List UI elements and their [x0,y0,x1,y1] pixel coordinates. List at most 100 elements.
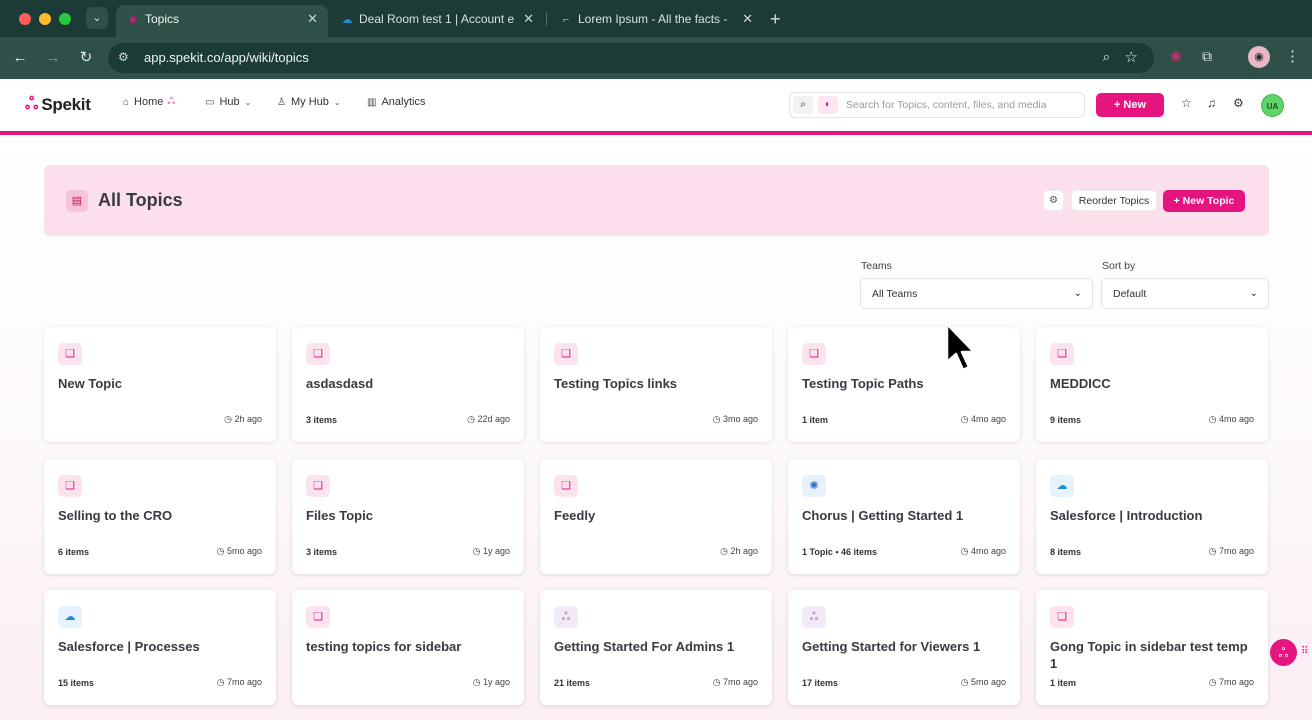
topic-card[interactable]: ☁ Salesforce | Processes 15 items ◷ 7mo … [44,590,276,705]
favorites-star-icon[interactable]: ☆ [1181,96,1192,110]
ai-search-icon[interactable]: ◐ [818,96,838,114]
topic-card[interactable]: ஃ Getting Started for Viewers 1 17 items… [788,590,1020,705]
nav-hub[interactable]: ▭ Hub ⌄ [205,96,251,108]
topic-updated-time-text: 7mo ago [226,677,262,687]
home-icon: ⌂ [123,96,130,108]
forward-arrow-icon[interactable]: → [42,47,64,69]
search-icon[interactable]: ⌕ [793,96,813,114]
browser-tab-lorem-ipsum[interactable]: ⌐ Lorem Ipsum - All the facts - ✕ [549,5,763,33]
topic-title: Testing Topics links [554,376,678,391]
topic-card[interactable]: ❏ MEDDICC 9 items ◷ 4mo ago [1036,327,1268,442]
topic-updated-time: ◷ 7mo ago [1208,546,1254,556]
global-search[interactable]: ⌕ ◐ [789,92,1085,118]
topic-card[interactable]: ☁ Salesforce | Introduction 8 items ◷ 7m… [1036,459,1268,574]
spekit-octopus-icon: ஃ [554,606,578,628]
browser-profile-avatar[interactable]: ◉ [1248,46,1270,68]
topic-updated-time: ◷ 22d ago [467,414,510,424]
sort-by-select-value: Default [1113,288,1147,300]
topic-updated-time-text: 1y ago [482,546,510,556]
close-tab-icon[interactable]: ✕ [742,5,753,33]
nav-analytics-label: Analytics [381,96,426,108]
topic-item-count: 3 items [306,415,338,425]
app-header: ஃ Spekit ⌂ Home ஃ ▭ Hub ⌄ ♙ My Hub ⌄ ▥ A… [0,79,1312,131]
browser-tab-topics[interactable]: ❀ Topics ✕ [116,5,328,37]
topic-title: testing topics for sidebar [306,639,462,654]
topic-settings-gear-icon[interactable]: ⚙ [1043,190,1064,211]
bookmark-icon: ❏ [58,475,82,497]
topic-title: Chorus | Getting Started 1 [802,508,964,523]
page-title: All Topics [98,190,183,210]
teams-select[interactable]: All Teams ⌄ [860,278,1093,309]
topic-card[interactable]: ❏ asdasdasd 3 items ◷ 22d ago [292,327,524,442]
topic-card[interactable]: ❏ Gong Topic in sidebar test temp 1 1 it… [1036,590,1268,705]
notifications-bell-icon[interactable]: ♫ [1207,96,1216,110]
nav-home-label: Home [134,96,164,108]
address-bar[interactable]: ⚙ app.spekit.co/app/wiki/topics ⌕ ☆ [108,43,1154,73]
window-minimize-button[interactable] [39,13,51,25]
new-tab-plus-icon[interactable]: + [770,5,781,33]
topic-card[interactable]: ❏ testing topics for sidebar ◷ 1y ago [292,590,524,705]
chevron-down-icon: ⌄ [1073,288,1082,299]
nav-my-hub[interactable]: ♙ My Hub ⌄ [277,96,341,108]
sort-by-select[interactable]: Default ⌄ [1101,278,1269,309]
search-input[interactable] [846,93,1080,117]
bookmark-star-icon[interactable]: ☆ [1125,48,1138,66]
topic-updated-time: ◷ 3mo ago [712,414,758,424]
sort-by-label: Sort by [1102,260,1136,272]
topic-item-count: 17 items [802,678,839,688]
nav-hub-label: Hub [219,96,240,108]
tab-search-chevron-icon[interactable]: ⌄ [86,7,108,29]
browser-tab-deal-room[interactable]: ☁ Deal Room test 1 | Account e ✕ [330,5,544,33]
close-tab-icon[interactable]: ✕ [307,5,318,33]
reorder-topics-button[interactable]: Reorder Topics [1071,190,1157,211]
new-topic-button[interactable]: + New Topic [1163,190,1245,212]
topic-card[interactable]: ❏ Files Topic 3 items ◷ 1y ago [292,459,524,574]
topic-updated-time-text: 22d ago [477,414,510,424]
spekit-extension-icon[interactable]: ❀ [1170,48,1182,65]
topic-updated-time: ◷ 5mo ago [216,546,262,556]
reload-icon[interactable]: ↻ [75,47,97,69]
topic-updated-time: ◷ 1y ago [472,546,510,556]
topic-card[interactable]: ❏ Selling to the CRO 6 items ◷ 5mo ago [44,459,276,574]
url-text[interactable]: app.spekit.co/app/wiki/topics [144,43,309,73]
browser-toolbar: ← → ↻ ⚙ app.spekit.co/app/wiki/topics ⌕ … [0,37,1312,79]
topic-item-count: 1 Topic • 46 items [802,547,878,557]
back-arrow-icon[interactable]: ← [9,47,31,69]
browser-menu-icon[interactable]: ⋮ [1285,47,1300,65]
new-button[interactable]: + New [1096,93,1164,117]
topic-card[interactable]: ✺ Chorus | Getting Started 1 1 Topic • 4… [788,459,1020,574]
topic-card[interactable]: ❏ Feedly ◷ 2h ago [540,459,772,574]
topic-updated-time: ◷ 7mo ago [216,677,262,687]
settings-gear-icon[interactable]: ⚙ [1233,96,1244,110]
topic-title: Testing Topic Paths [802,376,924,391]
topic-card[interactable]: ❏ Testing Topics links ◷ 3mo ago [540,327,772,442]
spekit-logo[interactable]: ஃ Spekit [25,94,91,116]
chevron-down-icon: ⌄ [333,97,341,107]
window-close-button[interactable] [19,13,31,25]
topic-card[interactable]: ❏ Testing Topic Paths 1 item ◷ 4mo ago [788,327,1020,442]
nav-home[interactable]: ⌂ Home ஃ [123,96,175,108]
spekit-app: ஃ Spekit ⌂ Home ஃ ▭ Hub ⌄ ♙ My Hub ⌄ ▥ A… [0,79,1312,720]
topic-card[interactable]: ஃ Getting Started For Admins 1 21 items … [540,590,772,705]
drag-handle-icon[interactable]: ⠿ [1301,646,1308,657]
window-zoom-button[interactable] [59,13,71,25]
bookmark-icon: ❏ [58,343,82,365]
topics-page: ▤ All Topics ⚙ Reorder Topics + New Topi… [0,135,1312,720]
topic-item-count: 8 items [1050,547,1082,557]
spekit-assistant-button[interactable]: ஃ [1270,639,1297,666]
nav-analytics[interactable]: ▥ Analytics [367,96,425,108]
browser-tab-bar: ⌄ ❀ Topics ✕ ☁ Deal Room test 1 | Accoun… [0,0,1312,37]
user-avatar[interactable]: UA [1261,94,1284,117]
teams-filter-label: Teams [861,260,892,272]
topic-card[interactable]: ❏ New Topic ◷ 2h ago [44,327,276,442]
bookmark-icon: ❏ [554,475,578,497]
close-tab-icon[interactable]: ✕ [523,5,534,33]
topic-title: Getting Started For Admins 1 [554,639,735,654]
zoom-magnifier-icon[interactable]: ⌕ [1103,49,1110,65]
salesforce-cloud-icon: ☁ [341,14,353,26]
topic-item-count: 3 items [306,547,338,557]
topic-title: Salesforce | Introduction [1050,508,1203,523]
extensions-puzzle-icon[interactable]: ⧉ [1202,48,1212,65]
site-settings-icon[interactable]: ⚙ [118,50,129,64]
topic-updated-time: ◷ 5mo ago [960,677,1006,687]
